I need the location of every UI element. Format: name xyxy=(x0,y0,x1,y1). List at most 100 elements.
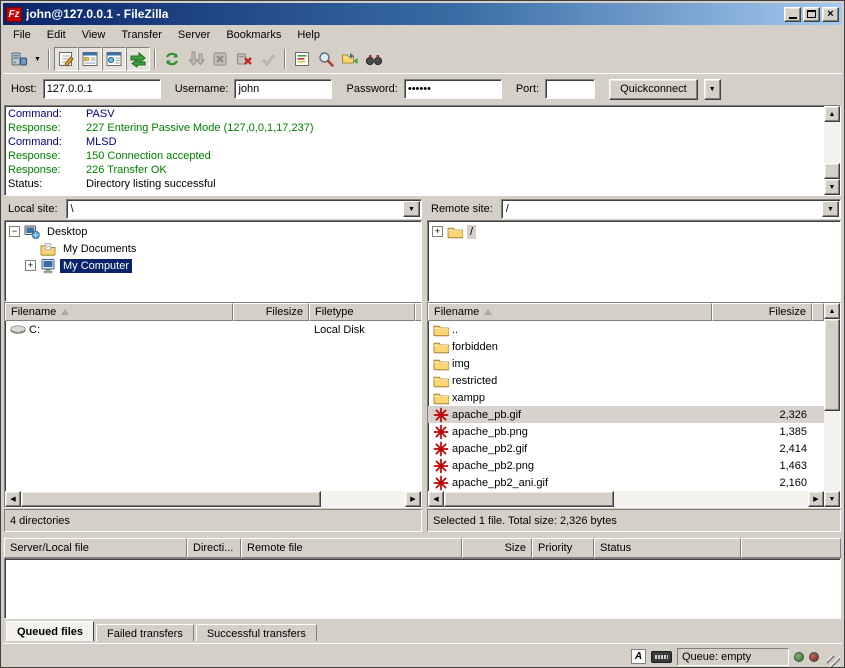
tab-successful-transfers[interactable]: Successful transfers xyxy=(196,624,317,643)
chevron-down-icon[interactable]: ▼ xyxy=(403,201,420,217)
menu-view[interactable]: View xyxy=(74,26,114,44)
menu-transfer[interactable]: Transfer xyxy=(113,26,170,44)
scroll-track[interactable] xyxy=(614,491,808,507)
password-input[interactable] xyxy=(404,79,502,99)
receive-activity-led xyxy=(809,652,819,662)
scroll-down-icon[interactable]: ▼ xyxy=(824,491,840,507)
refresh-button[interactable] xyxy=(160,47,184,71)
tab-queued-files[interactable]: Queued files xyxy=(6,621,94,643)
scroll-thumb[interactable] xyxy=(824,163,840,179)
menu-file[interactable]: File xyxy=(5,26,39,44)
file-row-item[interactable]: .. xyxy=(428,321,824,338)
process-queue-button[interactable] xyxy=(184,47,208,71)
site-manager-button[interactable] xyxy=(7,47,31,71)
host-input[interactable] xyxy=(43,79,161,99)
toggle-remote-tree-button[interactable] xyxy=(102,47,126,71)
drive-icon xyxy=(10,322,26,338)
column-header-label: Filename xyxy=(434,306,479,318)
scroll-right-icon[interactable]: ▶ xyxy=(405,491,421,507)
process-queue-icon xyxy=(187,50,205,68)
collapse-icon[interactable]: − xyxy=(9,226,20,237)
scroll-left-icon[interactable]: ◀ xyxy=(5,491,21,507)
menu-edit[interactable]: Edit xyxy=(39,26,74,44)
reconnect-button[interactable] xyxy=(256,47,280,71)
column-header-filetype[interactable]: Filetype xyxy=(309,303,415,321)
local-horizontal-scrollbar[interactable]: ◀ ▶ xyxy=(5,491,421,507)
expand-icon[interactable]: + xyxy=(432,226,443,237)
queue-column-priority[interactable]: Priority xyxy=(532,538,594,558)
chevron-down-icon[interactable]: ▼ xyxy=(822,201,839,217)
minimize-button[interactable] xyxy=(784,7,801,22)
toggle-local-tree-button[interactable] xyxy=(78,47,102,71)
filter-button[interactable] xyxy=(290,47,314,71)
file-row-apache-pb-gif[interactable]: apache_pb.gif2,326 xyxy=(428,406,824,423)
speed-limits-icon[interactable] xyxy=(651,651,672,663)
file-row-forbidden[interactable]: forbidden xyxy=(428,338,824,355)
username-input[interactable] xyxy=(234,79,332,99)
scroll-thumb[interactable] xyxy=(444,491,614,507)
queue-body[interactable] xyxy=(4,558,841,619)
queue-column-size[interactable]: Size xyxy=(462,538,532,558)
file-row-apache-pb-png[interactable]: apache_pb.png1,385 xyxy=(428,423,824,440)
tree-item-item[interactable]: +/ xyxy=(428,223,840,240)
queue-column-directi[interactable]: Directi... xyxy=(187,538,241,558)
scroll-up-icon[interactable]: ▲ xyxy=(824,106,840,122)
queue-column-status[interactable]: Status xyxy=(594,538,741,558)
expand-icon[interactable]: + xyxy=(25,260,36,271)
file-row-apache-pb2-png[interactable]: apache_pb2.png1,463 xyxy=(428,457,824,474)
toggle-transfer-queue-button[interactable] xyxy=(126,47,150,71)
scroll-thumb[interactable] xyxy=(21,491,321,507)
tab-failed-transfers[interactable]: Failed transfers xyxy=(96,624,194,643)
scroll-left-icon[interactable]: ◀ xyxy=(428,491,444,507)
tree-item-my-documents[interactable]: My Documents xyxy=(5,240,421,257)
column-header-filesize[interactable]: Filesize xyxy=(233,303,309,321)
site-manager-dropdown[interactable]: ▼ xyxy=(31,47,44,71)
tree-item-my-computer[interactable]: +My Computer xyxy=(5,257,421,274)
column-header-l[interactable]: L xyxy=(415,303,421,321)
file-search-button[interactable] xyxy=(314,47,338,71)
filename-cell: xampp xyxy=(428,390,712,406)
resize-grip[interactable] xyxy=(827,656,840,668)
scroll-track[interactable] xyxy=(824,122,840,163)
directory-comparison-button[interactable] xyxy=(338,47,362,71)
column-header-filename[interactable]: Filename xyxy=(5,303,233,321)
file-row-restricted[interactable]: restricted xyxy=(428,372,824,389)
local-pane: Local site: \ ▼ −DesktopMy Documents+My … xyxy=(3,198,423,532)
quickconnect-dropdown[interactable]: ▼ xyxy=(704,79,721,100)
column-header-filename[interactable]: Filename xyxy=(428,303,712,321)
remote-horizontal-scrollbar[interactable]: ◀ ▶ xyxy=(428,491,824,507)
file-row-xampp[interactable]: xampp xyxy=(428,389,824,406)
remote-site-combo[interactable]: / ▼ xyxy=(501,199,841,219)
scroll-right-icon[interactable]: ▶ xyxy=(808,491,824,507)
menu-help[interactable]: Help xyxy=(289,26,328,44)
scroll-up-icon[interactable]: ▲ xyxy=(824,303,840,319)
scroll-thumb[interactable] xyxy=(824,319,840,411)
remote-vertical-scrollbar[interactable]: ▲ ▼ xyxy=(824,303,840,507)
tree-item-desktop[interactable]: −Desktop xyxy=(5,223,421,240)
column-header-filesize[interactable]: Filesize xyxy=(712,303,812,321)
title-bar[interactable]: Fz john@127.0.0.1 - FileZilla × xyxy=(3,3,842,25)
filesize-cell: 2,160 xyxy=(712,477,812,489)
ascii-data-type-icon[interactable]: A xyxy=(631,649,646,664)
quickconnect-button[interactable]: Quickconnect xyxy=(609,79,698,100)
scroll-down-icon[interactable]: ▼ xyxy=(824,179,840,195)
file-row-img[interactable]: img xyxy=(428,355,824,372)
disconnect-button[interactable] xyxy=(232,47,256,71)
scroll-track[interactable] xyxy=(824,411,840,491)
close-button[interactable]: × xyxy=(822,7,839,22)
file-row-apache-pb2-ani-gif[interactable]: apache_pb2_ani.gif2,160 xyxy=(428,474,824,491)
port-input[interactable] xyxy=(545,79,595,99)
synchronized-browsing-button[interactable] xyxy=(362,47,386,71)
maximize-button[interactable] xyxy=(803,7,820,22)
queue-column-remote-file[interactable]: Remote file xyxy=(241,538,462,558)
local-site-combo[interactable]: \ ▼ xyxy=(66,199,422,219)
cancel-operation-button[interactable] xyxy=(208,47,232,71)
queue-column-server-local-file[interactable]: Server/Local file xyxy=(4,538,187,558)
log-vertical-scrollbar[interactable]: ▲ ▼ xyxy=(824,106,840,195)
file-row-c[interactable]: C:Local Disk xyxy=(5,321,421,338)
scroll-track[interactable] xyxy=(321,491,405,507)
toggle-message-log-button[interactable] xyxy=(54,47,78,71)
file-row-apache-pb2-gif[interactable]: apache_pb2.gif2,414 xyxy=(428,440,824,457)
menu-bookmarks[interactable]: Bookmarks xyxy=(218,26,289,44)
menu-server[interactable]: Server xyxy=(170,26,218,44)
